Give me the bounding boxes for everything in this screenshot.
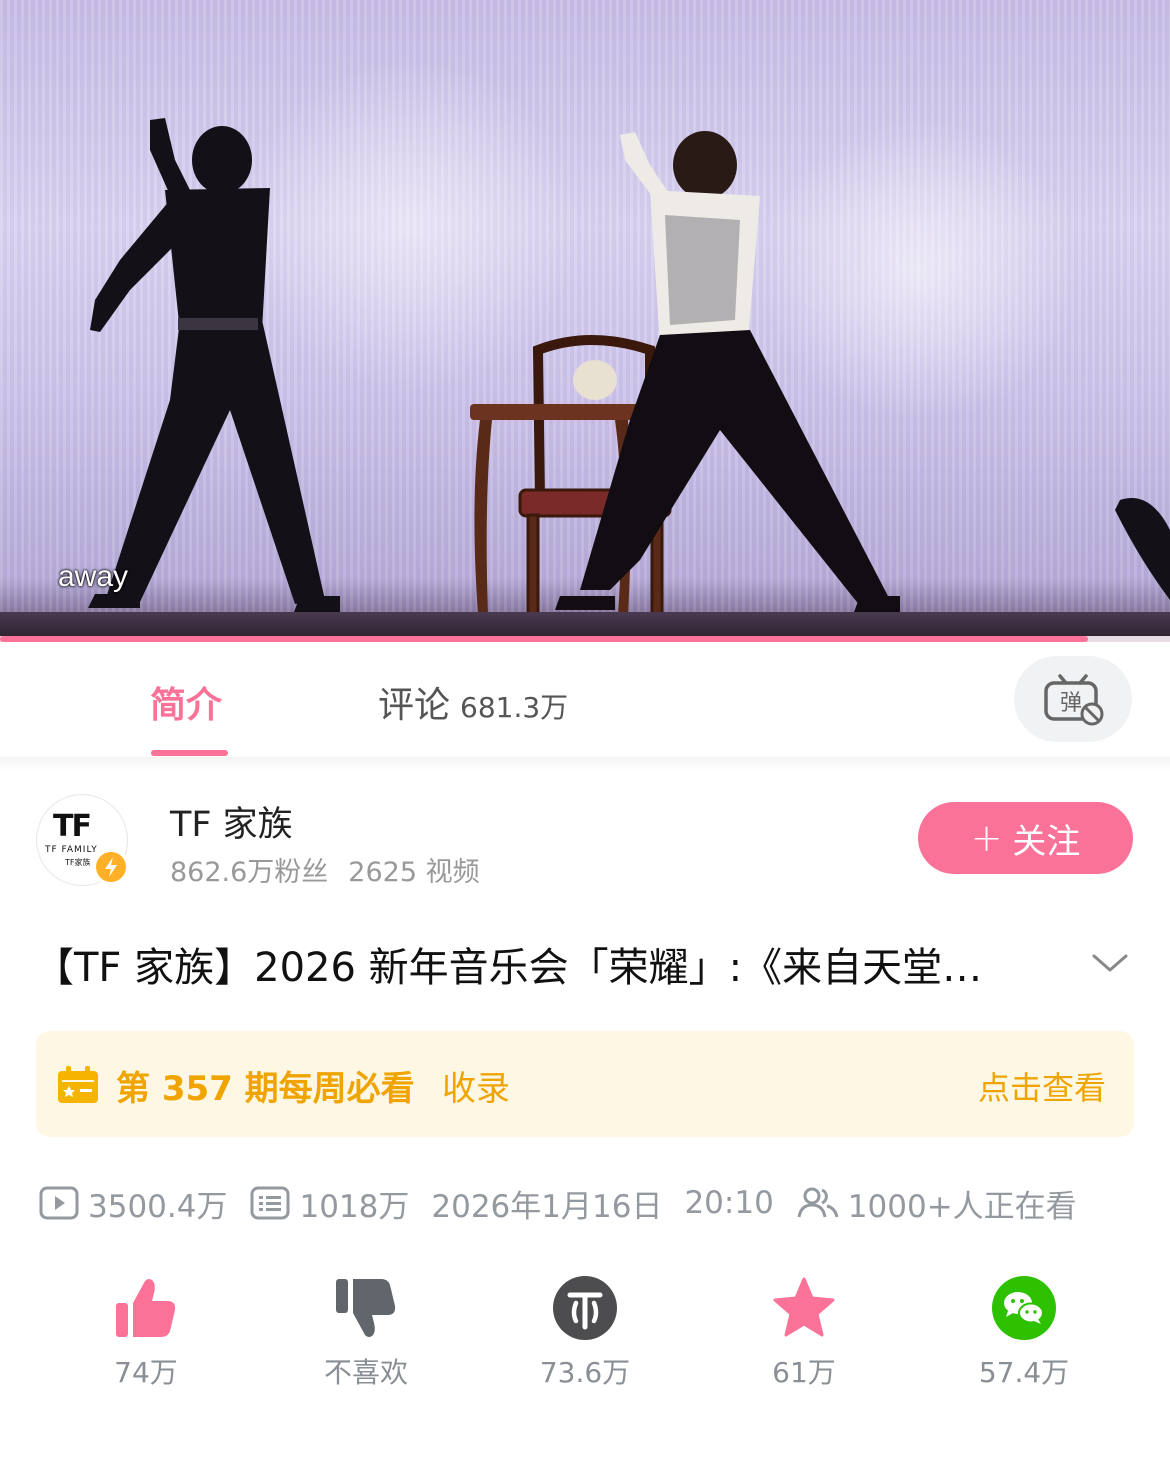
danmaku-count: 1018万 — [249, 1181, 409, 1226]
video-subtitle: away — [58, 560, 129, 593]
coin-button[interactable]: 73.6万 — [505, 1275, 665, 1391]
uploader-avatar[interactable]: TF TF FAMILY TF家族 — [36, 794, 129, 886]
viewers-icon — [797, 1187, 839, 1218]
follow-button-label: 关注 — [1012, 821, 1081, 862]
danmaku-toggle-button[interactable]: 弹 — [1014, 656, 1132, 742]
play-count: 3500.4万 — [38, 1181, 227, 1226]
chevron-down-icon[interactable] — [1090, 948, 1130, 978]
watching-now: 1000+人正在看 — [796, 1181, 1077, 1226]
danmaku-count-value: 1018万 — [299, 1188, 410, 1225]
favorite-button[interactable]: 61万 — [724, 1275, 884, 1391]
tab-bar: 简介 评论 681.3万 弹 — [0, 642, 1170, 758]
dislike-button[interactable]: 不喜欢 — [286, 1275, 446, 1391]
video-title[interactable]: 【TF 家族】2026 新年音乐会「荣耀」:《来自天堂… — [34, 935, 1044, 993]
danmaku-off-icon: 弹 — [1044, 674, 1104, 726]
avatar-logo-subtext: TF FAMILY — [45, 845, 98, 855]
weekly-issue-title: 第 357 期每周必看 — [116, 1069, 415, 1109]
thumbs-down-icon — [336, 1279, 396, 1337]
uploader-name[interactable]: TF 家族 — [170, 796, 293, 847]
publish-date: 2026年1月16日 — [431, 1188, 663, 1225]
star-icon — [773, 1277, 835, 1337]
coin-icon — [553, 1276, 617, 1340]
tab-intro[interactable]: 简介 — [150, 676, 222, 728]
play-icon — [39, 1186, 79, 1220]
performers-scene — [88, 118, 1170, 617]
dislike-label: 不喜欢 — [323, 1356, 408, 1389]
like-count: 74万 — [114, 1356, 178, 1389]
calendar-icon — [58, 1066, 98, 1103]
action-bar: 74万 不喜欢 73.6万 61万 57.4万 — [0, 1275, 1170, 1405]
tab-comments[interactable]: 评论 681.3万 — [378, 676, 568, 728]
share-count: 57.4万 — [978, 1356, 1070, 1389]
avatar-logo: TF — [53, 809, 92, 844]
tab-active-indicator — [151, 750, 228, 756]
video-player[interactable]: away — [0, 0, 1170, 642]
weekly-must-see-banner[interactable]: 第 357 期每周必看 收录 点击查看 — [36, 1031, 1134, 1137]
weekly-suffix: 收录 — [442, 1069, 510, 1109]
section-divider — [0, 757, 1170, 771]
watching-now-value: 1000+人正在看 — [847, 1188, 1077, 1225]
follow-button[interactable]: + 关注 — [918, 802, 1133, 874]
coin-count: 73.6万 — [539, 1356, 631, 1389]
uploader-stats: 862.6万粉丝 2625 视频 — [170, 850, 480, 889]
like-button[interactable]: 74万 — [66, 1275, 226, 1391]
video-stats: 3500.4万 1018万 2026年1月16日 20:10 1000+人正在看 — [38, 1180, 1077, 1226]
danmaku-icon — [250, 1186, 290, 1220]
weekly-view-link[interactable]: 点击查看 — [978, 1063, 1106, 1109]
favorite-count: 61万 — [772, 1356, 836, 1389]
svg-text:弹: 弹 — [1060, 691, 1082, 716]
avatar-logo-subtext: TF家族 — [65, 858, 91, 867]
verified-badge-icon — [93, 849, 129, 885]
share-button[interactable]: 57.4万 — [944, 1275, 1104, 1391]
thumbs-up-icon — [116, 1279, 176, 1337]
wechat-icon — [992, 1276, 1056, 1340]
publish-time: 20:10 — [684, 1185, 774, 1221]
tab-comments-label: 评论 — [378, 685, 451, 726]
play-count-value: 3500.4万 — [88, 1188, 228, 1225]
comments-count: 681.3万 — [460, 691, 569, 724]
follower-count: 862.6万粉丝 — [170, 857, 329, 888]
video-count: 2625 视频 — [348, 857, 480, 888]
plus-icon: + — [970, 816, 1003, 860]
